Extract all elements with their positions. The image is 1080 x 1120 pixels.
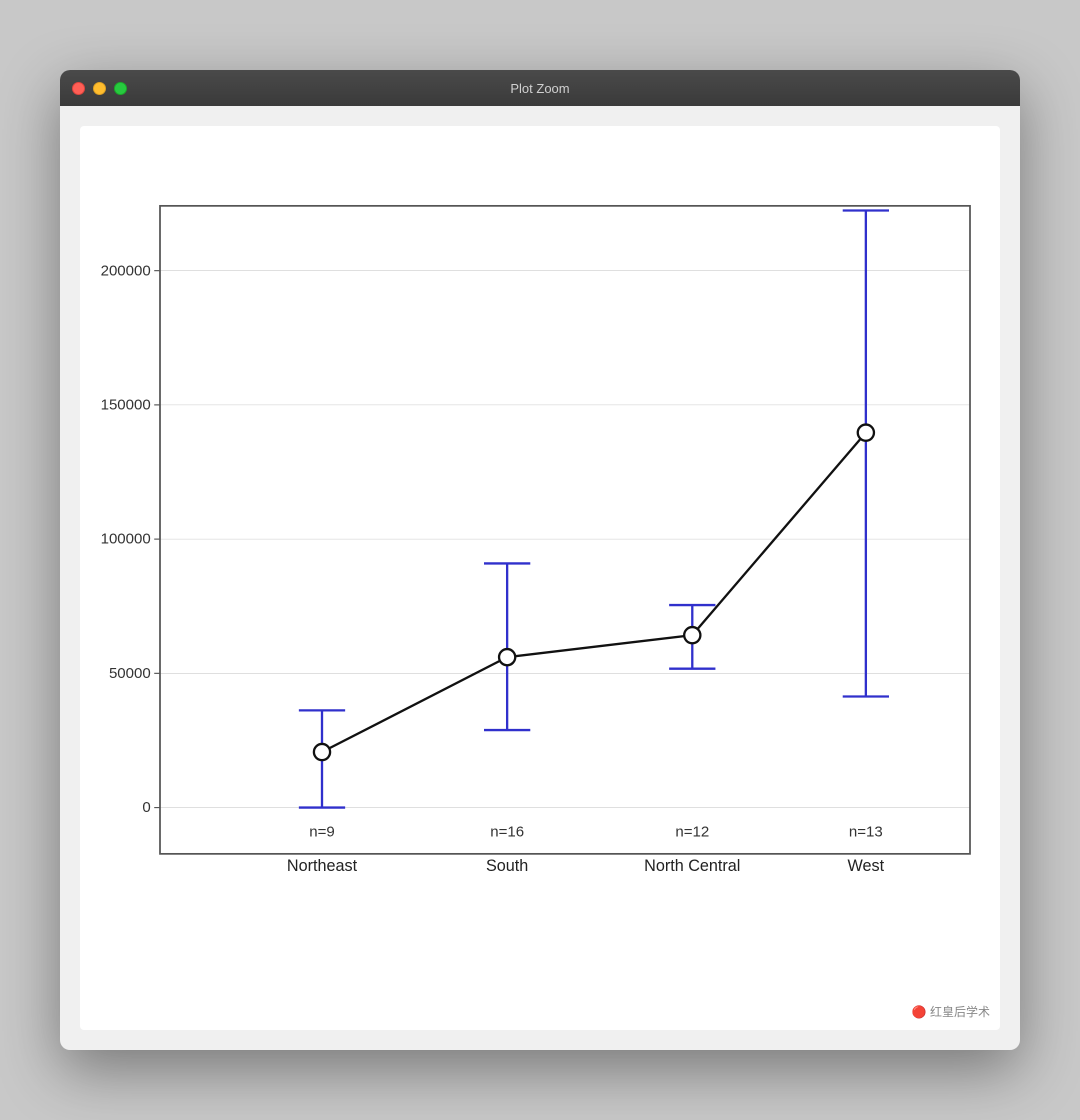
svg-text:50000: 50000 — [109, 665, 151, 682]
close-button[interactable] — [72, 82, 85, 95]
minimize-button[interactable] — [93, 82, 106, 95]
window-content: state.area state.region 0 50000 100000 1… — [80, 126, 1000, 1030]
svg-text:n=13: n=13 — [849, 824, 883, 841]
chart-svg: 0 50000 100000 150000 200000 — [160, 156, 970, 950]
svg-text:Northeast: Northeast — [287, 857, 358, 875]
svg-text:n=16: n=16 — [490, 824, 524, 841]
svg-text:n=9: n=9 — [309, 824, 335, 841]
svg-text:100000: 100000 — [101, 531, 151, 548]
svg-text:South: South — [486, 857, 528, 875]
svg-text:0: 0 — [142, 799, 150, 816]
traffic-lights — [72, 82, 127, 95]
svg-text:150000: 150000 — [101, 397, 151, 414]
svg-text:West: West — [848, 857, 885, 875]
chart-container: state.area state.region 0 50000 100000 1… — [80, 126, 1000, 1030]
window: Plot Zoom state.area state.region 0 5000… — [60, 70, 1020, 1050]
window-title: Plot Zoom — [510, 81, 569, 96]
svg-text:North Central: North Central — [644, 857, 740, 875]
svg-text:n=12: n=12 — [675, 824, 709, 841]
maximize-button[interactable] — [114, 82, 127, 95]
titlebar: Plot Zoom — [60, 70, 1020, 106]
watermark: 🔴 红皇后学术 — [912, 1003, 990, 1020]
svg-text:200000: 200000 — [101, 262, 151, 279]
